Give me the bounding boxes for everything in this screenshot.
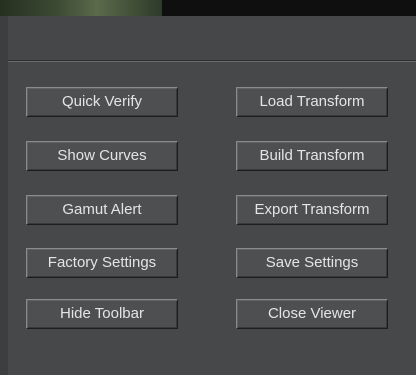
image-preview-thumbnail bbox=[0, 0, 162, 16]
toolbar-header-area bbox=[8, 16, 416, 60]
close-viewer-button[interactable]: Close Viewer bbox=[236, 299, 388, 329]
viewer-window: Quick Verify Load Transform Show Curves … bbox=[0, 0, 416, 375]
quick-verify-button[interactable]: Quick Verify bbox=[26, 87, 178, 117]
show-curves-button[interactable]: Show Curves bbox=[26, 141, 178, 171]
hide-toolbar-button[interactable]: Hide Toolbar bbox=[26, 299, 178, 329]
factory-settings-button[interactable]: Factory Settings bbox=[26, 248, 178, 278]
build-transform-button[interactable]: Build Transform bbox=[236, 141, 388, 171]
image-preview-strip bbox=[0, 0, 416, 16]
window-left-edge bbox=[0, 16, 8, 375]
gamut-alert-button[interactable]: Gamut Alert bbox=[26, 195, 178, 225]
export-transform-button[interactable]: Export Transform bbox=[236, 195, 388, 225]
save-settings-button[interactable]: Save Settings bbox=[236, 248, 388, 278]
load-transform-button[interactable]: Load Transform bbox=[236, 87, 388, 117]
